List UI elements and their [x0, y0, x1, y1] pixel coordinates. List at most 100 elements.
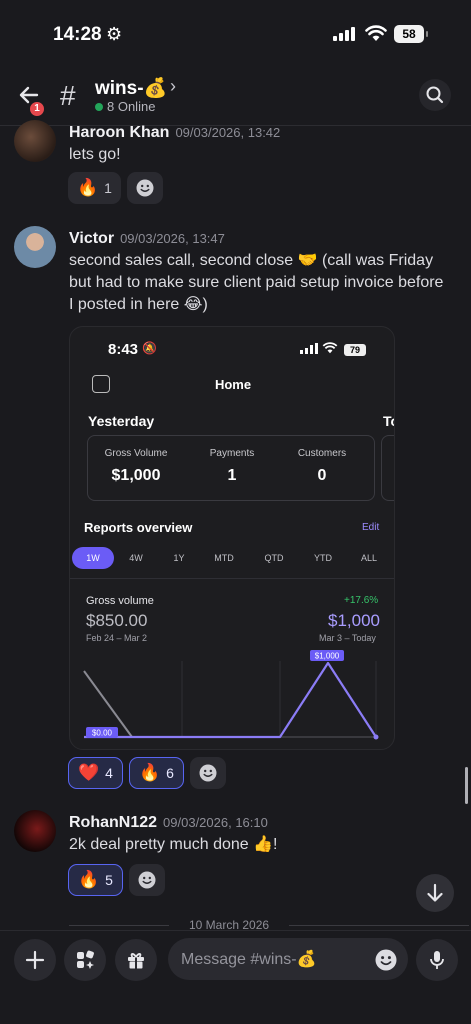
range-qtd: QTD: [264, 553, 284, 563]
voice-message-button[interactable]: [416, 939, 458, 981]
stat-label: Payments: [209, 448, 255, 459]
reaction-count: 4: [105, 765, 113, 781]
embed-status-time: 8:43: [108, 341, 139, 358]
reaction-bar: 🔥 5: [68, 864, 165, 896]
avatar[interactable]: [14, 810, 56, 852]
message-timestamp: 09/03/2026, 13:42: [175, 125, 281, 140]
gear-icon: ⚙: [106, 24, 123, 44]
smile-icon: [136, 179, 154, 197]
channel-header: 1 # wins-💰 › 8 Online: [0, 66, 471, 126]
reaction-heart[interactable]: ❤️ 4: [68, 757, 123, 789]
gross-volume-label: Gross volume: [86, 595, 154, 607]
smile-icon: [138, 871, 156, 889]
reaction-fire[interactable]: 🔥 1: [68, 172, 121, 204]
apps-icon: [77, 950, 94, 969]
reaction-count: 6: [166, 765, 174, 781]
reaction-fire[interactable]: 🔥 6: [128, 757, 184, 789]
add-reaction-button[interactable]: [126, 172, 163, 204]
plus-icon: [25, 950, 45, 970]
divider: [70, 578, 394, 579]
message-text: 2k deal pretty much done 👍!: [69, 836, 278, 853]
stats-card: Gross Volume $1,000 Payments 1 Customers…: [87, 435, 375, 501]
edit-link: Edit: [362, 522, 380, 533]
author-name[interactable]: Victor: [69, 230, 114, 247]
today-label: To: [383, 413, 394, 429]
reaction-emoji: ❤️: [78, 763, 100, 782]
reports-title: Reports overview: [84, 520, 193, 535]
unread-badge: 1: [28, 100, 46, 118]
reaction-emoji: 🔥: [138, 763, 161, 782]
search-button[interactable]: [419, 79, 451, 111]
stat-customers: Customers 0: [274, 448, 370, 485]
signal-icon: [333, 27, 355, 41]
wifi-icon: [322, 342, 338, 354]
range-selector: 1W 4W 1Y MTD QTD YTD ALL: [72, 546, 394, 570]
embed-title: Home: [214, 377, 252, 392]
message-timestamp: 09/03/2026, 13:47: [120, 231, 225, 246]
message-header: RohanN122 09/03/2026, 16:10: [69, 814, 268, 832]
add-reaction-button[interactable]: [189, 757, 226, 789]
bell-slash-icon: 🔕: [142, 341, 157, 355]
current-range: Mar 3 – Today: [319, 633, 376, 643]
message-header: Victor 09/03/2026, 13:47: [69, 230, 225, 248]
stat-gross-volume: Gross Volume $1,000: [88, 448, 184, 485]
avatar[interactable]: [14, 120, 56, 162]
author-name[interactable]: RohanN122: [69, 814, 157, 831]
current-period-line: [84, 661, 377, 739]
previous-value: $850.00: [86, 611, 148, 630]
divider-line: [289, 925, 469, 926]
stat-value: 1: [227, 467, 237, 484]
reaction-count: 5: [105, 872, 113, 888]
previous-range: Feb 24 – Mar 2: [86, 633, 148, 643]
range-1y: 1Y: [173, 553, 185, 563]
smile-icon: [199, 764, 217, 782]
gross-volume-chart: $1,000 $0.00: [83, 650, 379, 740]
current-value: $1,000: [328, 611, 380, 630]
reaction-count: 1: [104, 180, 112, 196]
stats-card-today: [381, 435, 394, 501]
message-input-placeholder: Message #wins-💰: [181, 951, 317, 968]
add-reaction-button[interactable]: [128, 864, 165, 896]
range-ytd: YTD: [314, 553, 332, 563]
arrow-down-icon: [427, 883, 443, 902]
hash-icon: #: [60, 80, 76, 111]
message-input[interactable]: Message #wins-💰: [168, 938, 408, 980]
chart-end-point: [373, 734, 379, 740]
range-all: ALL: [360, 553, 377, 563]
stat-label: Customers: [297, 448, 347, 459]
channel-name[interactable]: wins-💰: [95, 76, 167, 100]
stat-value: $1,000: [111, 467, 161, 484]
range-mtd: MTD: [214, 553, 234, 563]
jump-to-bottom-button[interactable]: [416, 874, 454, 912]
gift-icon: [128, 953, 144, 969]
message-text: second sales call, second close 🤝 (call …: [69, 252, 444, 313]
battery-icon: 79: [344, 344, 366, 356]
avatar[interactable]: [14, 226, 56, 268]
reaction-fire[interactable]: 🔥 5: [68, 864, 123, 896]
chevron-right-icon[interactable]: ›: [170, 76, 176, 97]
range-1w: 1W: [72, 547, 114, 569]
image-attachment[interactable]: 8:43 🔕 79 Home Yesterday To Gross Volume…: [69, 326, 395, 750]
stat-label: Gross Volume: [104, 448, 168, 459]
reaction-bar: 🔥 1: [68, 172, 163, 204]
gift-button[interactable]: [115, 939, 157, 981]
range-4w: 4W: [129, 553, 143, 563]
online-count: 8 Online: [107, 99, 156, 114]
battery-icon: 58: [394, 25, 428, 43]
add-attachment-button[interactable]: [14, 939, 56, 981]
scrollbar[interactable]: [465, 767, 468, 804]
reaction-emoji: 🔥: [77, 178, 99, 197]
status-time: 14:28: [53, 24, 102, 45]
author-name[interactable]: Haroon Khan: [69, 124, 169, 141]
divider-line: [69, 925, 169, 926]
apps-button[interactable]: [64, 939, 106, 981]
online-indicator: [95, 103, 103, 111]
date-divider: 10 March 2026: [69, 918, 469, 932]
yesterday-label: Yesterday: [88, 413, 155, 429]
emoji-picker-icon[interactable]: [374, 948, 398, 972]
peak-label: $1,000: [315, 652, 340, 661]
reaction-emoji: 🔥: [78, 870, 100, 889]
reaction-bar: ❤️ 4 🔥 6: [68, 757, 226, 789]
gross-volume-change: +17.6%: [344, 595, 379, 606]
stat-payments: Payments 1: [184, 448, 280, 485]
